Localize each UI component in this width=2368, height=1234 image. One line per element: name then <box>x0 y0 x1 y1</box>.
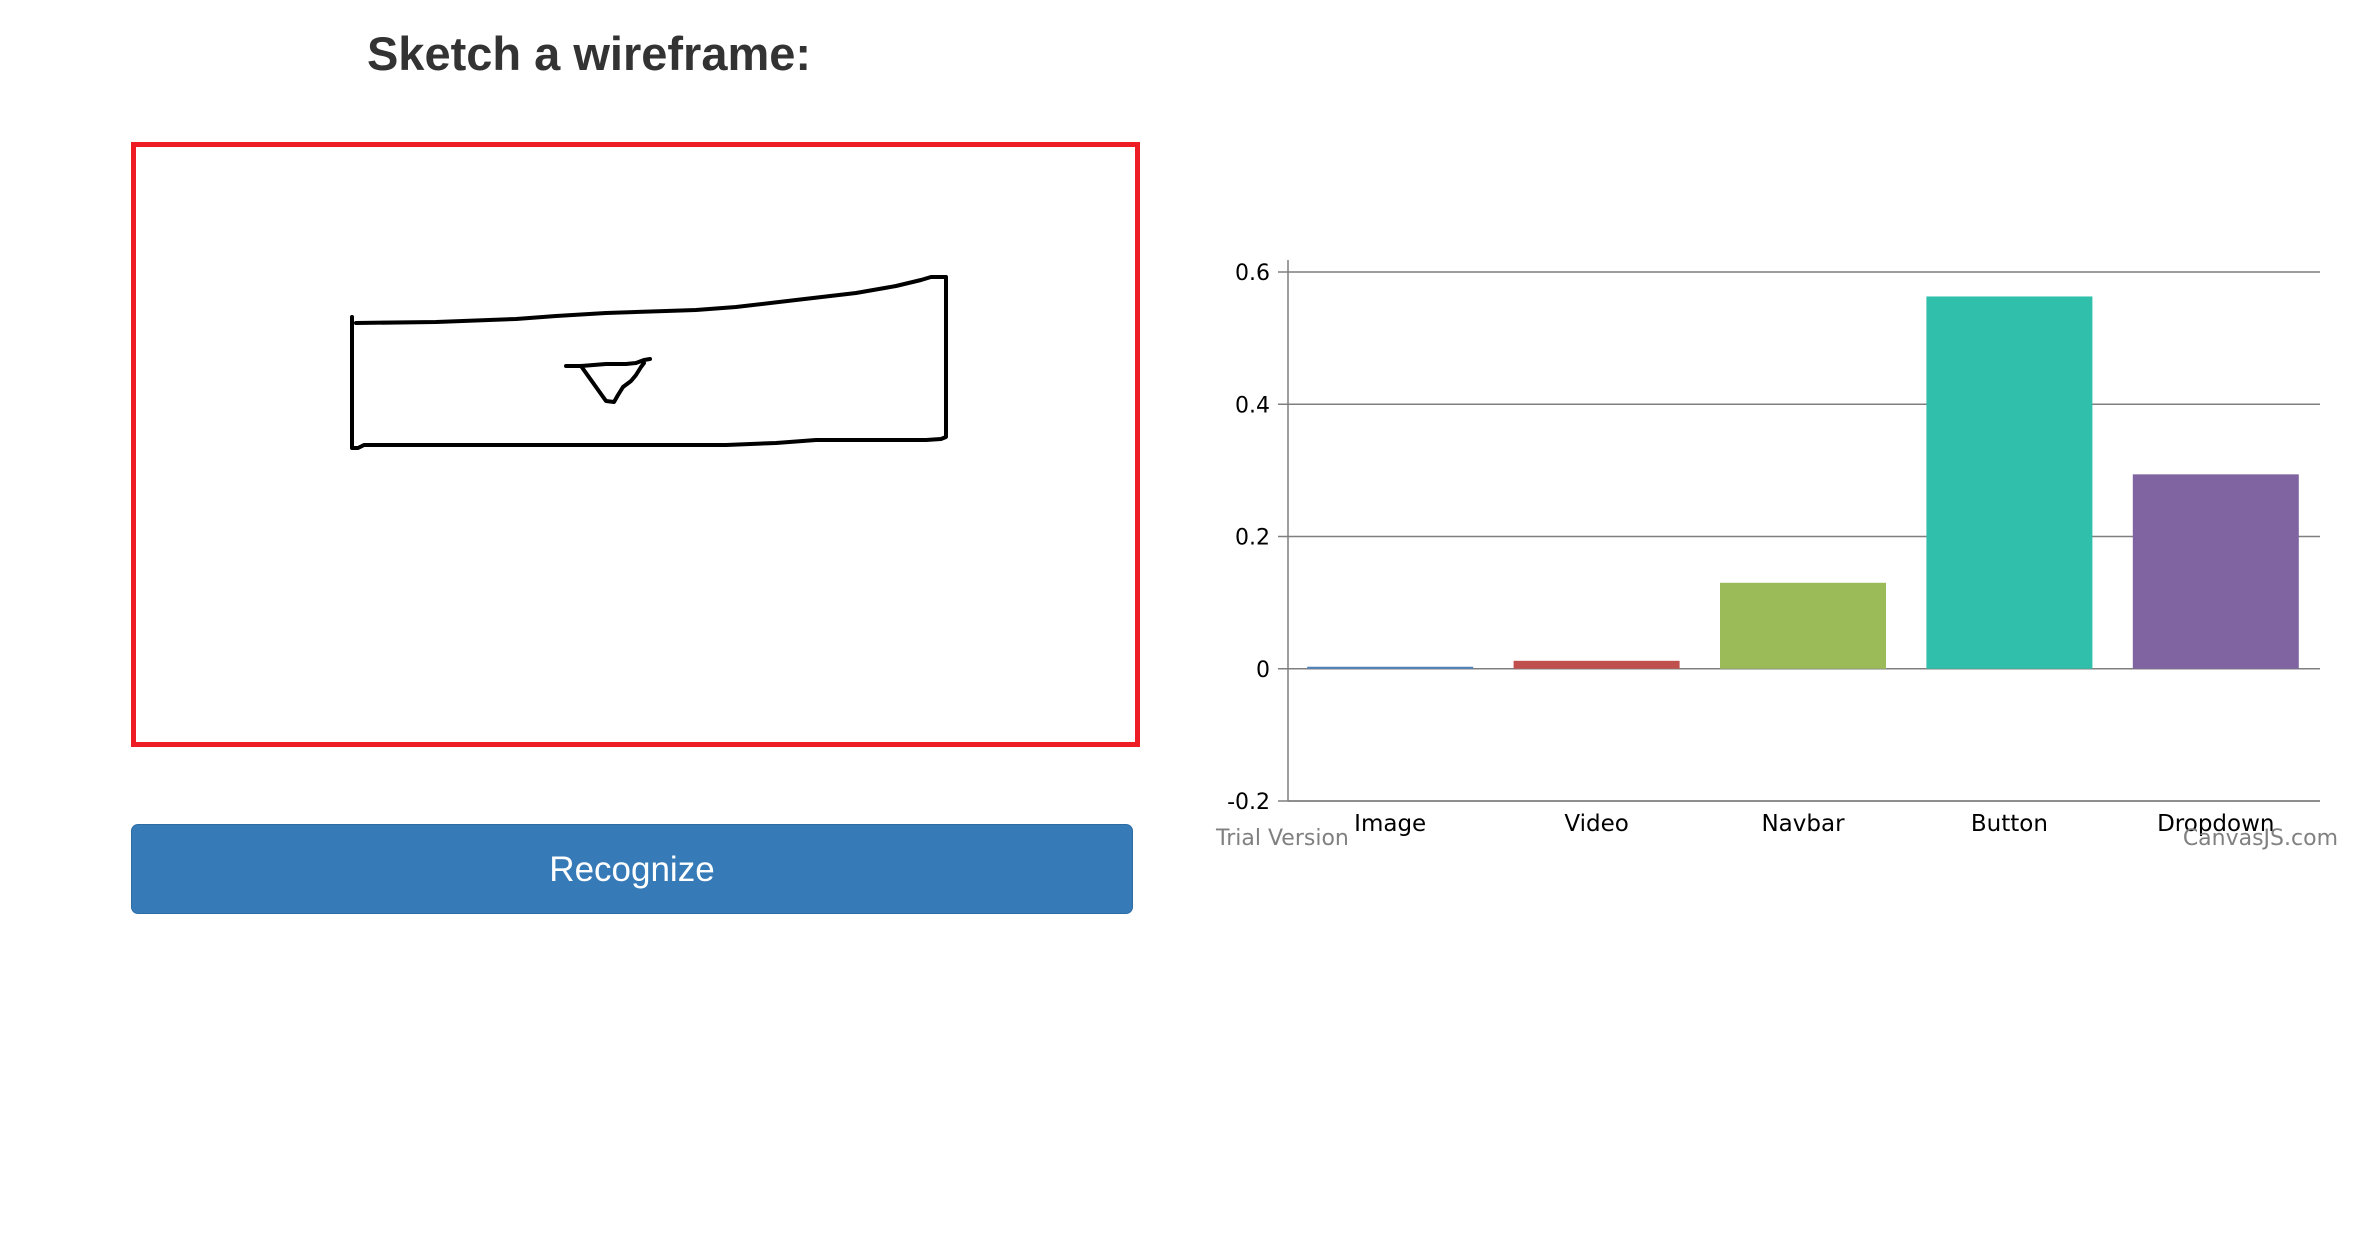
sketch-canvas[interactable] <box>131 142 1140 747</box>
bar-chart: 0.60.40.20-0.2Image Video Navbar Button Drop… <box>1215 260 2338 851</box>
bar-video <box>1513 660 1680 669</box>
x-tick-label: Image <box>1354 811 1426 837</box>
sketch-stroke-rectangle <box>350 275 948 450</box>
bar-dropdown <box>2132 474 2299 669</box>
x-tick-label: Navbar <box>1761 811 1845 837</box>
recognize-button[interactable]: Recognize <box>131 824 1133 914</box>
sketch-stroke-triangle <box>564 357 652 404</box>
y-tick-label: 0.2 <box>1235 526 1270 551</box>
prediction-chart: 0.6 0.4 0.2 0 -0.2 Image Video Navbar Button Drop… <box>1190 230 2350 870</box>
trial-version-label: Trial Version <box>1215 826 1349 851</box>
bar-image <box>1307 666 1474 669</box>
y-tick-label: 0 <box>1256 658 1270 683</box>
x-tick-label: Video <box>1564 811 1628 837</box>
y-tick-label: 0.4 <box>1235 393 1270 418</box>
sketch-drawing <box>350 275 948 450</box>
bar-navbar <box>1720 582 1886 669</box>
x-tick-label: Button <box>1971 811 2048 837</box>
bar-button <box>1926 296 2093 669</box>
y-tick-label: -0.2 <box>1227 790 1270 815</box>
y-tick-label: 0.6 <box>1235 261 1270 286</box>
page-title: Sketch a wireframe: <box>366 27 812 80</box>
canvasjs-credit-label: CanvasJS.com <box>2183 826 2338 851</box>
